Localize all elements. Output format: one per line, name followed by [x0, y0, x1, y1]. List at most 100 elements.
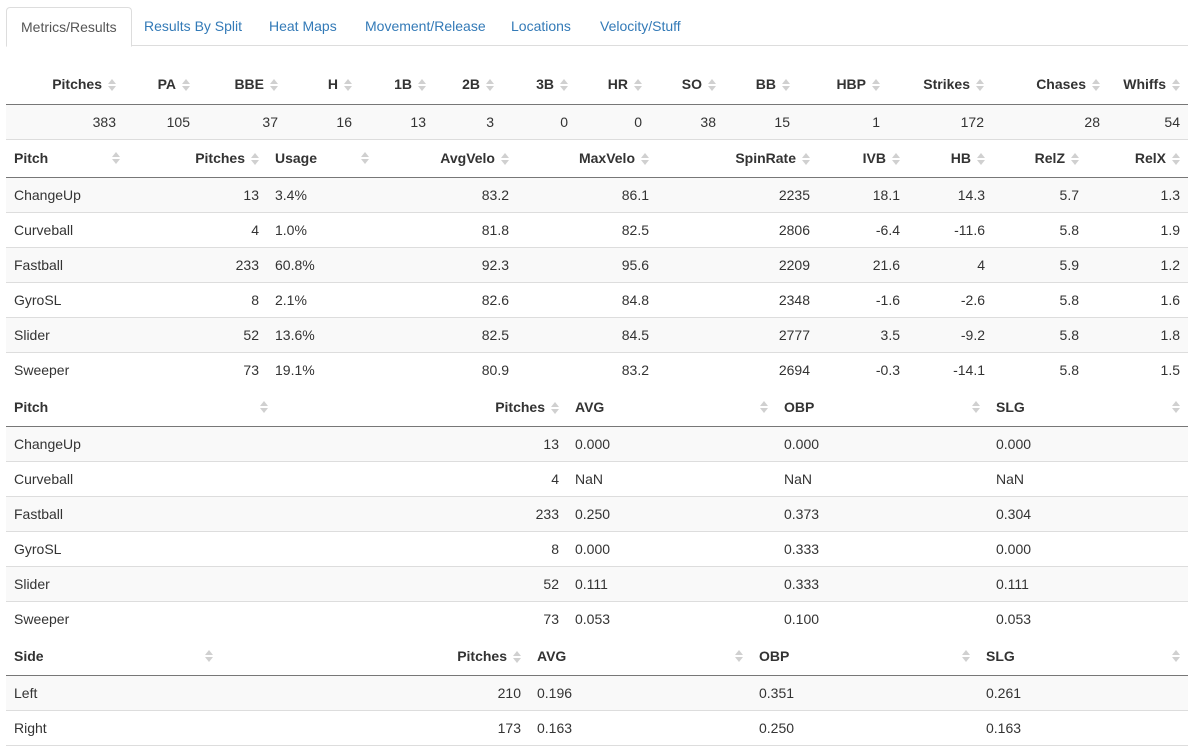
cell: 233 — [128, 246, 267, 282]
cell: 84.8 — [517, 281, 657, 317]
col-header-pitches[interactable]: Pitches — [221, 637, 529, 676]
side-results-table: Side Pitches AVG OBP SLG Left 210 0.196 0.3… — [6, 637, 1188, 746]
cell: Slider — [6, 316, 128, 352]
cell: 0.250 — [567, 495, 776, 531]
cell: 1.6 — [1087, 281, 1188, 317]
sort-icon — [760, 400, 768, 413]
sort-icon — [1172, 79, 1180, 92]
cell: 0.250 — [751, 709, 978, 746]
table-row: Sweeper 73 19.1% 80.9 83.2 2694 -0.3 -14.1 5.8 1.… — [6, 351, 1188, 387]
col-header-avg[interactable]: AVG — [529, 637, 751, 676]
col-header-hbp[interactable]: HBP — [798, 64, 888, 105]
table-row: Left 210 0.196 0.351 0.261 — [6, 674, 1188, 710]
col-header-hr[interactable]: HR — [576, 64, 650, 105]
tab-results-by-split[interactable]: Results By Split — [130, 7, 256, 45]
col-header-ivb[interactable]: IVB — [818, 139, 908, 178]
sort-icon — [972, 400, 980, 413]
col-header-pitch[interactable]: Pitch — [6, 388, 276, 427]
cell: 172 — [888, 104, 992, 140]
cell: 21.6 — [818, 246, 908, 282]
col-header-pa[interactable]: PA — [124, 64, 198, 105]
tab-movement-release[interactable]: Movement/Release — [351, 7, 500, 45]
cell: 0.000 — [776, 425, 988, 461]
col-header-slg[interactable]: SLG — [978, 637, 1188, 676]
table-row: ChangeUp 13 3.4% 83.2 86.1 2235 18.1 14.3 5.7 1.3 — [6, 176, 1188, 212]
cell: 83.2 — [377, 176, 517, 212]
col-header-usage[interactable]: Usage — [267, 139, 377, 178]
sort-icon — [251, 153, 259, 166]
sort-icon — [486, 79, 494, 92]
tab-heat-maps[interactable]: Heat Maps — [255, 7, 351, 45]
col-header-3b[interactable]: 3B — [502, 64, 576, 105]
cell: 14.3 — [908, 176, 993, 212]
cell: 82.6 — [377, 281, 517, 317]
col-header-avgvelo[interactable]: AvgVelo — [377, 139, 517, 178]
col-header-pitch[interactable]: Pitch — [6, 139, 128, 178]
cell: 54 — [1108, 104, 1188, 140]
cell: 5.8 — [993, 211, 1087, 247]
cell: Curveball — [6, 211, 128, 247]
cell: 2235 — [657, 176, 818, 212]
cell: 0.053 — [567, 600, 776, 636]
cell: 0.333 — [776, 530, 988, 566]
col-header-spinrate[interactable]: SpinRate — [657, 139, 818, 178]
cell: 52 — [128, 316, 267, 352]
col-header-pitches[interactable]: Pitches — [6, 64, 124, 105]
cell: Sweeper — [6, 600, 276, 636]
tab-velocity-stuff[interactable]: Velocity/Stuff — [586, 7, 695, 45]
sort-icon — [418, 79, 426, 92]
col-header-slg[interactable]: SLG — [988, 388, 1188, 427]
cell: -9.2 — [908, 316, 993, 352]
cell: 8 — [128, 281, 267, 317]
col-header-bbe[interactable]: BBE — [198, 64, 286, 105]
table-row: 383 105 37 16 13 3 0 0 38 15 1 172 28 54 — [6, 104, 1188, 140]
col-header-avg[interactable]: AVG — [567, 388, 776, 427]
cell: Slider — [6, 565, 276, 601]
tab-metrics-results[interactable]: Metrics/Results — [6, 7, 132, 47]
col-header-relz[interactable]: RelZ — [993, 139, 1087, 178]
col-header-hb[interactable]: HB — [908, 139, 993, 178]
cell: 95.6 — [517, 246, 657, 282]
col-header-side[interactable]: Side — [6, 637, 221, 676]
cell: 4 — [128, 211, 267, 247]
cell: 38 — [650, 104, 724, 140]
col-header-maxvelo[interactable]: MaxVelo — [517, 139, 657, 178]
cell: 81.8 — [377, 211, 517, 247]
col-header-relx[interactable]: RelX — [1087, 139, 1188, 178]
cell: 0.163 — [978, 709, 1188, 746]
col-header-chases[interactable]: Chases — [992, 64, 1108, 105]
cell: 13.6% — [267, 316, 377, 352]
cell: -14.1 — [908, 351, 993, 387]
col-header-strikes[interactable]: Strikes — [888, 64, 992, 105]
cell: 5.8 — [993, 281, 1087, 317]
sort-icon — [976, 79, 984, 92]
tab-locations[interactable]: Locations — [497, 7, 585, 45]
col-header-h[interactable]: H — [286, 64, 360, 105]
col-header-2b[interactable]: 2B — [434, 64, 502, 105]
cell: GyroSL — [6, 530, 276, 566]
col-header-obp[interactable]: OBP — [776, 388, 988, 427]
cell: 0.111 — [567, 565, 776, 601]
col-header-pitches[interactable]: Pitches — [128, 139, 267, 178]
col-header-whiffs[interactable]: Whiffs — [1108, 64, 1188, 105]
sort-icon — [708, 79, 716, 92]
col-header-bb[interactable]: BB — [724, 64, 798, 105]
col-header-obp[interactable]: OBP — [751, 637, 978, 676]
tab-bar: Metrics/Results Results By Split Heat Ma… — [6, 7, 1188, 47]
cell: 5.8 — [993, 351, 1087, 387]
sort-icon — [802, 153, 810, 166]
cell: 15 — [724, 104, 798, 140]
sort-icon — [1172, 153, 1180, 166]
sort-icon — [641, 153, 649, 166]
cell: 0.111 — [988, 565, 1188, 601]
cell: Sweeper — [6, 351, 128, 387]
sort-icon — [108, 79, 116, 92]
col-header-pitches[interactable]: Pitches — [276, 388, 567, 427]
cell: 2209 — [657, 246, 818, 282]
col-header-so[interactable]: SO — [650, 64, 724, 105]
col-header-1b[interactable]: 1B — [360, 64, 434, 105]
cell: 80.9 — [377, 351, 517, 387]
cell: 0 — [576, 104, 650, 140]
sort-icon — [872, 79, 880, 92]
cell: 13 — [276, 425, 567, 461]
